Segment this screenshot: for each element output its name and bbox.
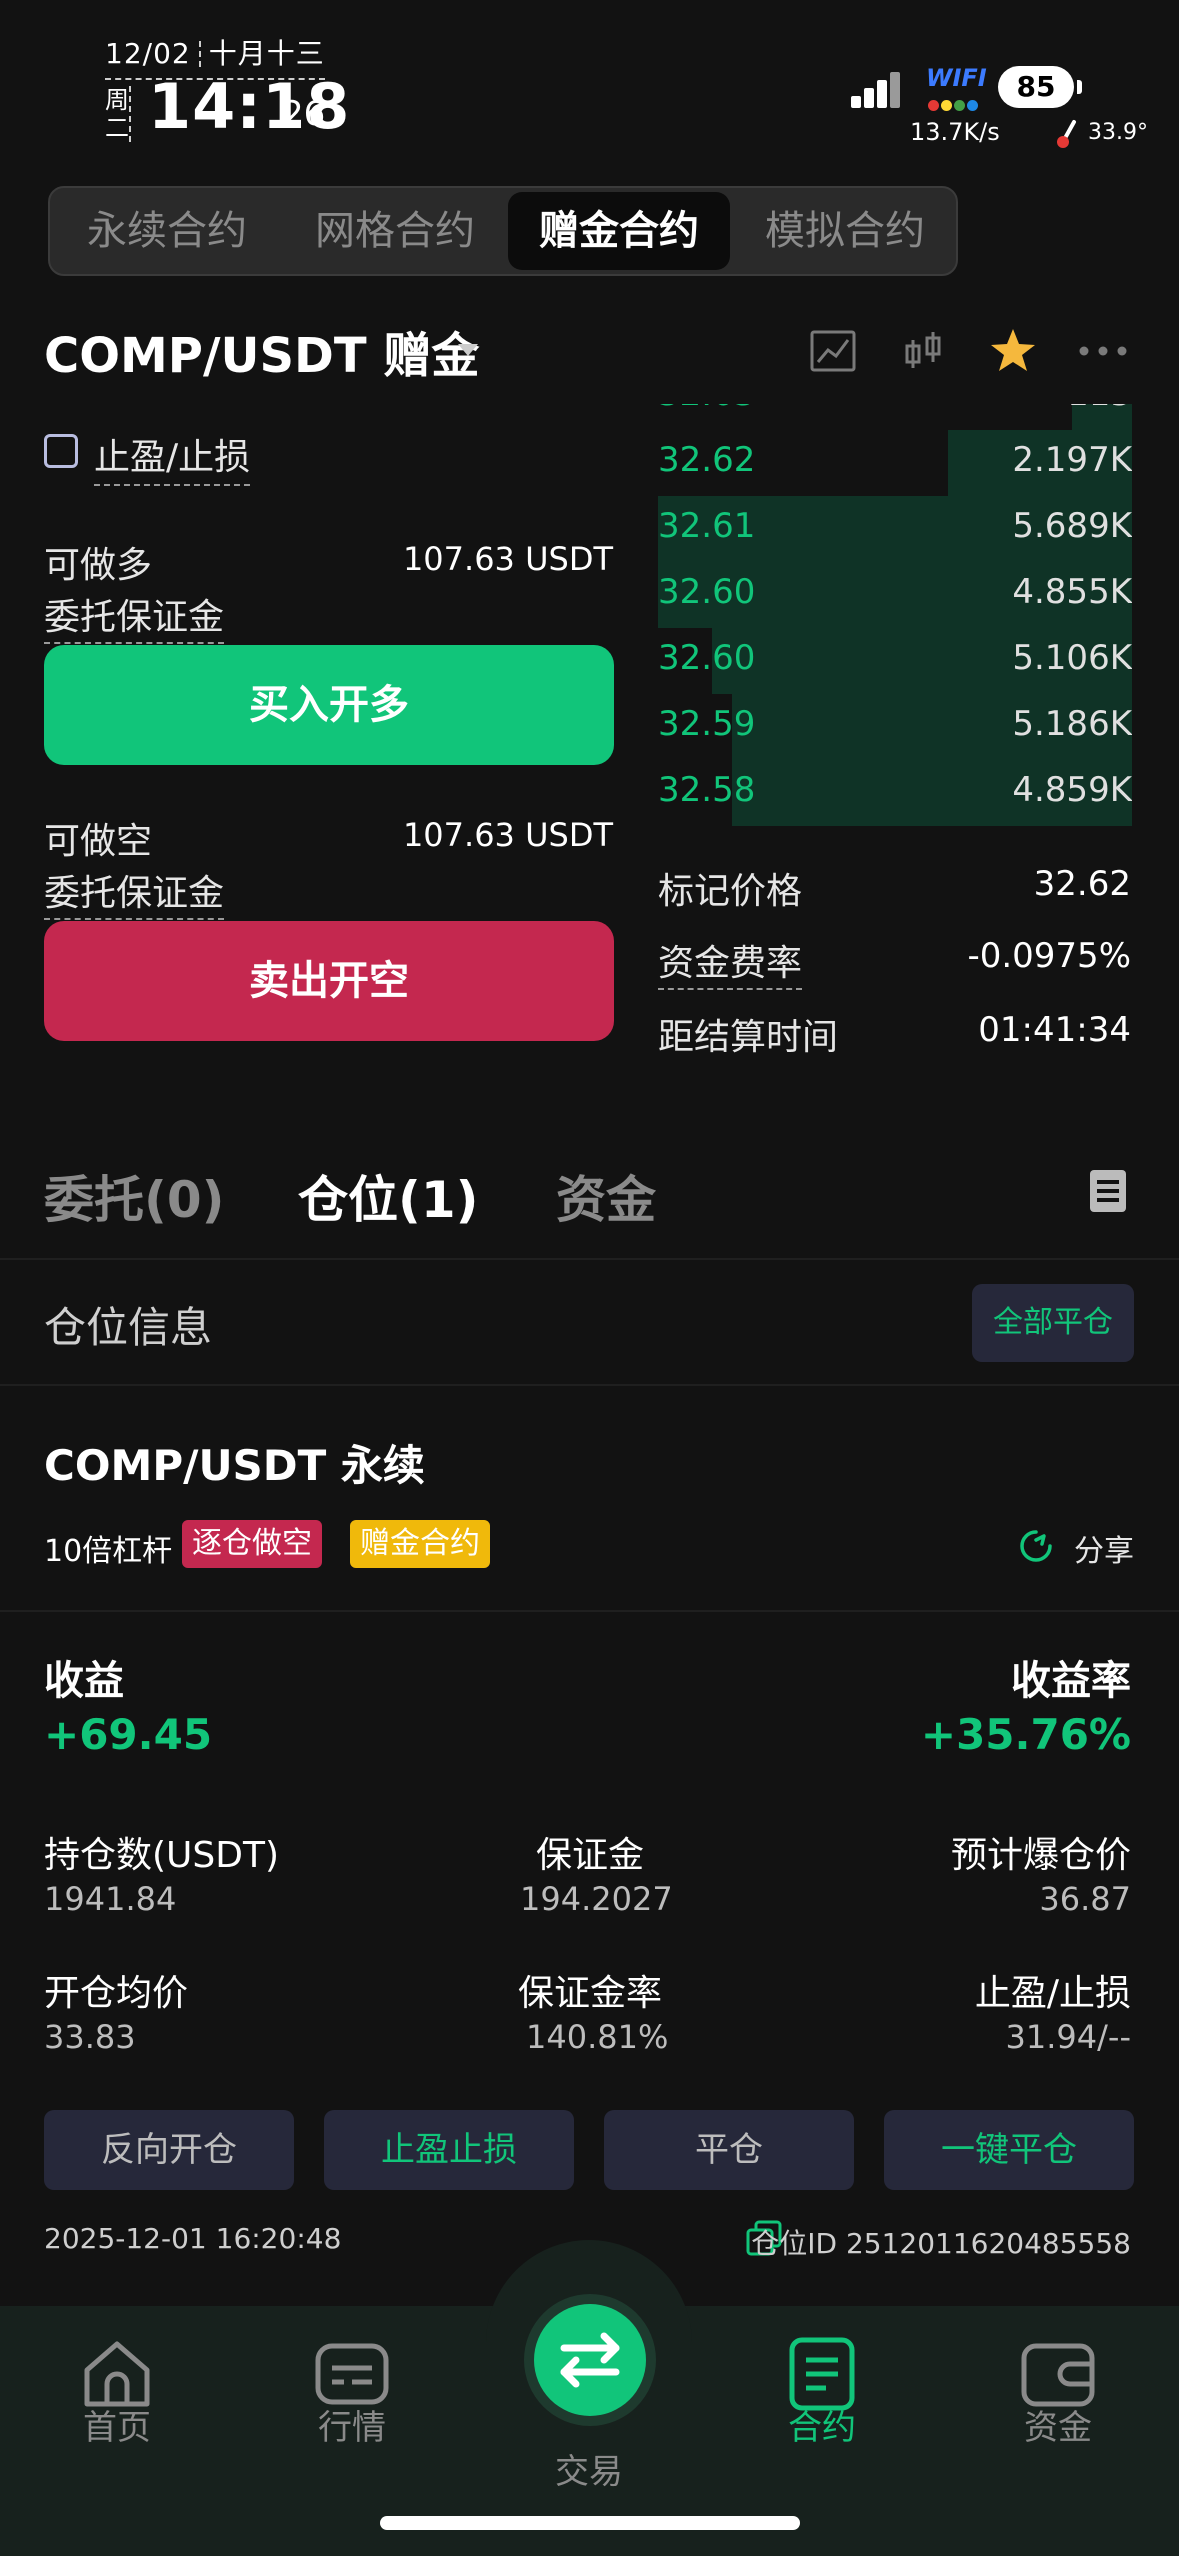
margin-label: 保证金 [536, 1835, 645, 1876]
orderbook-row[interactable]: 32.61 5.689K [658, 496, 1132, 562]
tab-perpetual[interactable]: 永续合约 [56, 192, 278, 270]
entry-price-value: 33.83 [44, 2018, 136, 2056]
orderbook-row[interactable]: 32.59 5.186K [658, 694, 1132, 760]
liq-price-label: 预计爆仓价 [950, 1835, 1131, 1876]
short-available-label: 可做空 [44, 821, 153, 862]
long-available-label: 可做多 [44, 545, 153, 586]
tab-bonus[interactable]: 赠金合约 [508, 192, 730, 270]
short-available-value: 107.63 USDT [402, 816, 613, 854]
one-click-close-button[interactable]: 一键平仓 [884, 2110, 1134, 2190]
position-pair[interactable]: COMP/USDT 永续 [44, 1432, 425, 1493]
battery-icon: 85 [998, 66, 1082, 108]
nav-contract[interactable]: 合约 [762, 2400, 882, 2449]
status-seconds: 26 [282, 94, 326, 134]
tpsl-label-position: 止盈/止损 [974, 1973, 1131, 2014]
candlestick-icon[interactable] [898, 326, 948, 376]
mark-price-value: 32.62 [1033, 864, 1131, 904]
list-icon[interactable] [1090, 1170, 1126, 1212]
margin-ratio-label: 保证金率 [518, 1973, 663, 2014]
orderbook-row[interactable]: 32.60 5.106K [658, 628, 1132, 694]
orderbook: 32.63 115 32.62 2.197K 32.61 5.689K 32.6… [658, 404, 1132, 838]
contract-tab-bar: 永续合约 网格合约 赠金合约 模拟合约 [48, 186, 958, 276]
close-all-button[interactable]: 全部平仓 [972, 1284, 1134, 1362]
reverse-button[interactable]: 反向开仓 [44, 2110, 294, 2190]
chart-line-icon[interactable] [808, 326, 858, 376]
orderbook-row[interactable]: 32.62 2.197K [658, 430, 1132, 496]
funding-rate-label[interactable]: 资金费率 [658, 934, 803, 990]
mark-price-label: 标记价格 [658, 871, 803, 912]
status-bar: 12/02 十月十三 周二 14:18 26 WIFI 85 13.7K/s 33… [0, 0, 1179, 170]
tpsl-button[interactable]: 止盈止损 [324, 2110, 574, 2190]
divider [0, 1258, 1179, 1260]
nav-market[interactable]: 行情 [292, 2400, 412, 2449]
chevron-down-icon[interactable] [458, 344, 478, 356]
tab-grid[interactable]: 网格合约 [284, 192, 506, 270]
signal-icon [851, 72, 901, 108]
thermometer-icon [1057, 120, 1076, 148]
settlement-time-label: 距结算时间 [658, 1017, 839, 1058]
tab-funds[interactable]: 资金 [556, 1160, 656, 1232]
nav-funds[interactable]: 资金 [998, 2400, 1118, 2449]
sell-short-button[interactable]: 卖出开空 [44, 921, 614, 1041]
close-button[interactable]: 平仓 [604, 2110, 854, 2190]
leverage-label: 10倍杠杆 [44, 1534, 173, 1569]
nav-home[interactable]: 首页 [57, 2400, 177, 2449]
pnl-label: 收益 [44, 1658, 124, 1704]
liq-price-value: 36.87 [1039, 1880, 1131, 1918]
orderbook-row[interactable]: 32.63 115 [658, 404, 1132, 430]
buy-long-button[interactable]: 买入开多 [44, 645, 614, 765]
divider [0, 1384, 1179, 1386]
trade-button[interactable] [534, 2304, 646, 2416]
entry-price-label: 开仓均价 [44, 1973, 189, 2014]
share-icon[interactable] [1018, 1528, 1054, 1564]
size-label: 持仓数(USDT) [44, 1835, 280, 1876]
wifi-icon: WIFI [926, 64, 987, 92]
tpsl-checkbox[interactable] [44, 434, 78, 468]
swap-icon [560, 2332, 620, 2388]
funding-rate-value: -0.0975% [967, 936, 1131, 976]
share-button[interactable]: 分享 [1074, 1526, 1134, 1570]
tab-positions[interactable]: 仓位(1) [298, 1160, 479, 1232]
roe-value: +35.76% [920, 1710, 1131, 1759]
margin-ratio-value: 140.81% [526, 2018, 669, 2056]
more-icon[interactable] [1078, 326, 1128, 376]
position-info-header: 仓位信息 [44, 1303, 213, 1352]
long-margin-label[interactable]: 委托保证金 [44, 588, 225, 644]
star-icon[interactable] [988, 326, 1038, 376]
orderbook-row[interactable]: 32.58 4.859K [658, 760, 1132, 826]
short-margin-label[interactable]: 委托保证金 [44, 864, 225, 920]
status-temp: 33.9° [1088, 120, 1148, 145]
type-badge: 赠金合约 [350, 1520, 490, 1568]
long-available-value: 107.63 USDT [402, 540, 613, 578]
settlement-time-value: 01:41:34 [978, 1010, 1131, 1050]
status-weekday: 周二 [105, 86, 131, 142]
position-id: 仓位ID 2512011620485558 [751, 2227, 1131, 2260]
network-speed: 13.7K/s [910, 118, 1000, 146]
size-value: 1941.84 [44, 1880, 177, 1918]
orderbook-row[interactable]: 32.60 4.855K [658, 562, 1132, 628]
nav-trade[interactable]: 交易 [529, 2444, 649, 2493]
tab-orders[interactable]: 委托(0) [44, 1160, 225, 1232]
tpsl-value: 31.94/-- [1005, 2018, 1131, 2056]
wifi-dots-icon [928, 96, 984, 111]
divider [0, 1610, 1179, 1612]
home-indicator[interactable] [380, 2516, 800, 2530]
margin-value: 194.2027 [520, 1880, 673, 1918]
tpsl-label[interactable]: 止盈/止损 [94, 428, 251, 486]
roe-label: 收益率 [1011, 1658, 1131, 1704]
side-badge: 逐仓做空 [182, 1520, 322, 1568]
tab-demo[interactable]: 模拟合约 [734, 192, 956, 270]
pnl-value: +69.45 [44, 1710, 213, 1759]
pair-title[interactable]: COMP/USDT 赠金 [44, 316, 479, 386]
position-timestamp: 2025-12-01 16:20:48 [44, 2222, 342, 2255]
